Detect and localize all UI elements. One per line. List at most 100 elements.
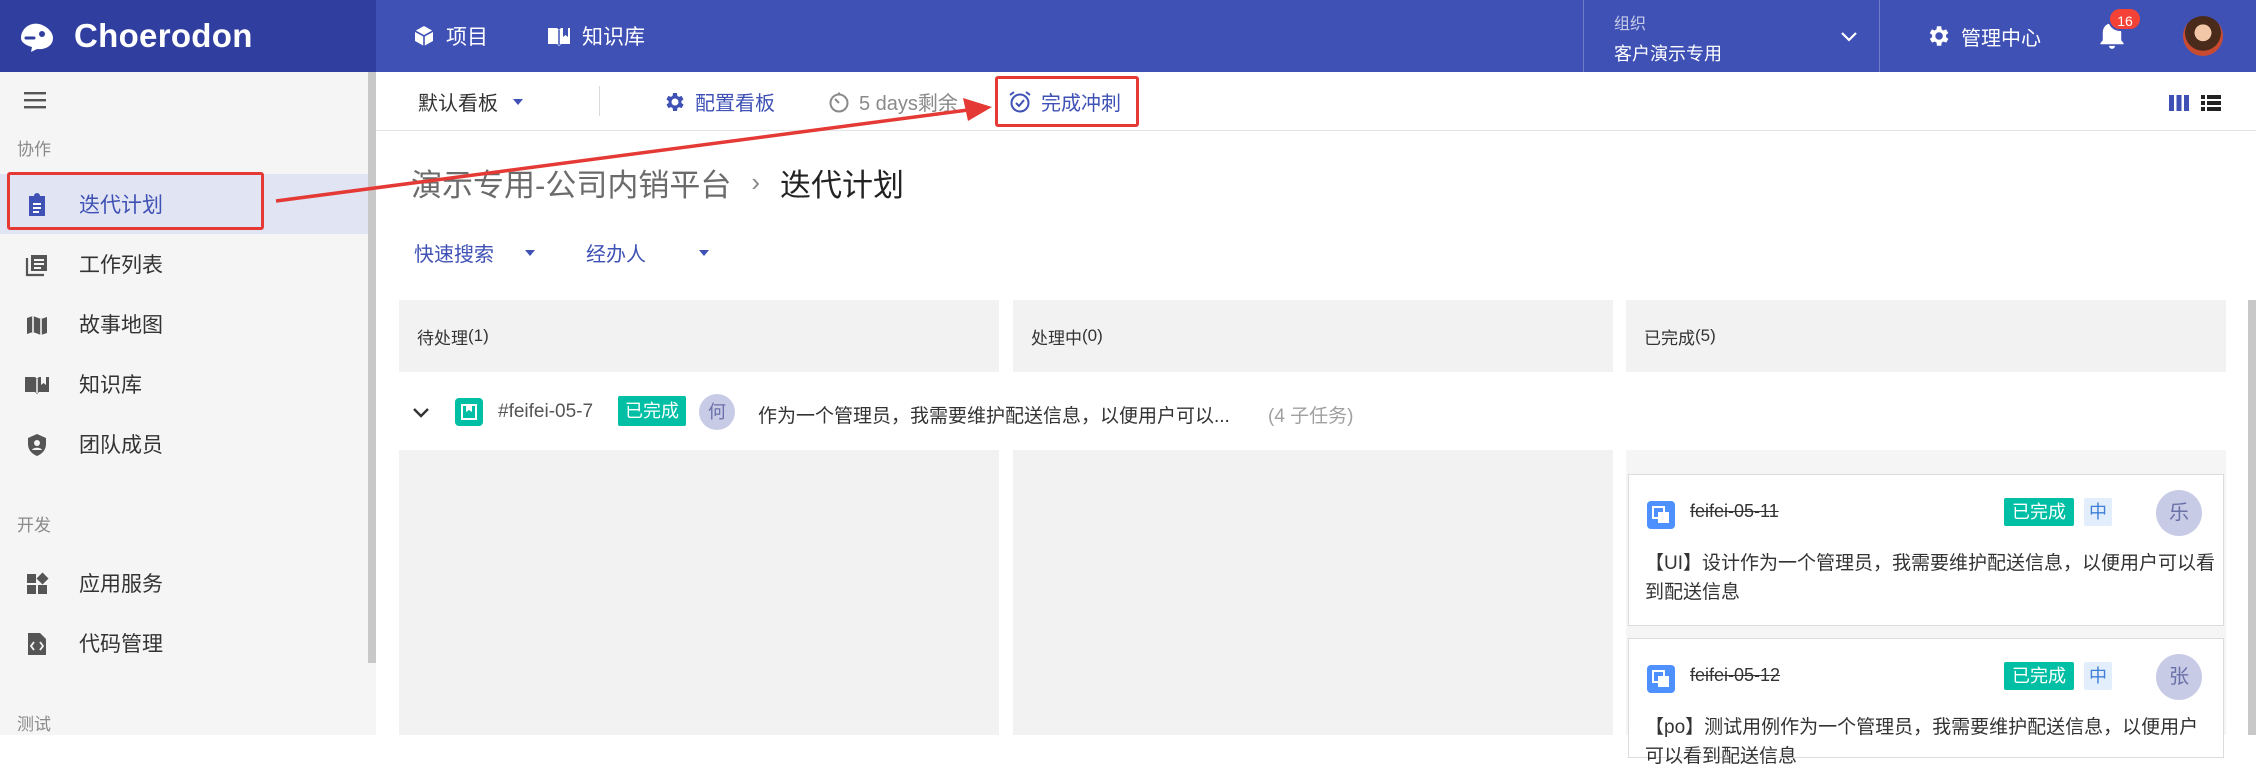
sidebar-item-label: 团队成员: [79, 434, 163, 457]
avatar: 何: [699, 394, 735, 430]
sidebar-item-label: 故事地图: [79, 314, 163, 337]
configure-board-button[interactable]: 配置看板: [662, 72, 775, 131]
board-scrollbar[interactable]: [2248, 300, 2256, 735]
choerodon-logo-icon: [16, 15, 58, 57]
avatar: 张: [2156, 654, 2202, 700]
subtask-count: (4 子任务): [1268, 406, 1354, 427]
breadcrumb: 演示专用-公司内销平台 › 迭代计划: [411, 160, 904, 205]
story-swimlane-header[interactable]: #feifei-05-7 已完成 何 作为一个管理员，我需要维护配送信息，以便用…: [399, 390, 2229, 434]
user-avatar[interactable]: [2183, 16, 2223, 56]
sidebar-item-story-map[interactable]: 故事地图: [0, 294, 368, 354]
assignee-filter[interactable]: 经办人: [586, 238, 710, 267]
nav-knowledge-base-label: 知识库: [582, 26, 645, 49]
column-count: (0): [1082, 326, 1103, 345]
columns-view-icon[interactable]: [2168, 94, 2190, 112]
list-view-icon[interactable]: [2200, 94, 2222, 112]
sidebar-item-app-service[interactable]: 应用服务: [0, 553, 368, 613]
section-label-dev: 开发: [17, 516, 51, 535]
nav-knowledge-base[interactable]: 知识库: [546, 0, 645, 72]
nav-project[interactable]: 项目: [412, 0, 488, 72]
sidebar-item-code-management[interactable]: 代码管理: [0, 613, 368, 673]
toolbar-divider: [599, 86, 600, 116]
sidebar-item-work-list[interactable]: 工作列表: [0, 234, 368, 294]
column-title: 已完成: [1644, 328, 1695, 348]
brand-name: Choerodon: [74, 17, 253, 54]
page-title: 迭代计划: [780, 168, 904, 203]
org-switcher[interactable]: 组织 客户演示专用: [1583, 0, 1880, 72]
status-badge: 已完成: [2004, 662, 2074, 690]
org-value: 客户演示专用: [1614, 44, 1722, 64]
code-icon: [24, 631, 50, 657]
chevron-down-icon[interactable]: [411, 402, 431, 422]
issue-card[interactable]: feifei-05-11 已完成 中 乐 【UI】设计作为一个管理员，我需要维护…: [1628, 474, 2224, 626]
cube-icon: [414, 26, 434, 46]
admin-center-label: 管理中心: [1961, 27, 2041, 50]
issue-key: feifei-05-11: [1690, 501, 1779, 521]
days-remaining-label: 5 days剩余: [859, 93, 958, 115]
issue-key: feifei-05-12: [1690, 665, 1781, 685]
chevron-down-icon: [1841, 32, 1857, 42]
subtask-type-icon: [1647, 501, 1675, 529]
sidebar-item-knowledge-base[interactable]: 知识库: [0, 354, 368, 414]
column-header-todo: 待处理 (1): [399, 300, 999, 372]
assignee-filter-label: 经办人: [586, 244, 646, 266]
list-icon: [24, 252, 50, 278]
notifications-button[interactable]: 16: [2098, 7, 2142, 52]
issue-summary: 【po】测试用例作为一个管理员，我需要维护配送信息，以便用户可以看到配送信息: [1645, 717, 2199, 767]
section-label-test: 测试: [17, 715, 51, 734]
menu-toggle-icon[interactable]: [24, 90, 50, 110]
avatar: 乐: [2156, 490, 2202, 536]
column-count: (1): [468, 326, 489, 345]
annotation-highlight-complete-sprint: [995, 76, 1139, 127]
annotation-highlight-sidebar: [7, 172, 264, 230]
caret-down-icon: [525, 249, 535, 256]
caret-down-icon: [699, 249, 709, 256]
status-badge: 已完成: [2004, 498, 2074, 526]
breadcrumb-project[interactable]: 演示专用-公司内销平台: [411, 160, 731, 205]
caret-down-icon: [513, 98, 523, 105]
board-selector[interactable]: 默认看板: [418, 72, 533, 131]
sidebar-item-label: 代码管理: [79, 633, 163, 656]
gear-icon: [1929, 26, 1949, 46]
quick-search-filter[interactable]: 快速搜索: [414, 238, 536, 267]
issue-summary: 【UI】设计作为一个管理员，我需要维护配送信息，以便用户可以看到配送信息: [1645, 553, 2216, 603]
section-label-collab: 协作: [17, 140, 51, 159]
lane-todo: [399, 450, 999, 735]
sidebar-item-team-members[interactable]: 团队成员: [0, 414, 368, 474]
view-switcher: [2168, 94, 2222, 112]
book-icon: [24, 372, 50, 398]
nav-project-label: 项目: [446, 26, 488, 49]
column-title: 处理中: [1031, 328, 1082, 348]
configure-board-label: 配置看板: [695, 93, 775, 115]
column-count: (5): [1695, 326, 1716, 345]
column-title: 待处理: [417, 328, 468, 348]
sidebar-item-label: 知识库: [79, 374, 142, 397]
widgets-icon: [24, 571, 50, 597]
column-header-done: 已完成 (5): [1626, 300, 2226, 372]
timer-icon: [829, 92, 849, 112]
subtask-type-icon: [1647, 665, 1675, 693]
shield-icon: [24, 432, 50, 458]
days-remaining: 5 days剩余: [828, 72, 958, 131]
book-icon: [548, 28, 570, 46]
sidebar-scrollbar[interactable]: [368, 72, 376, 663]
story-summary: 作为一个管理员，我需要维护配送信息，以便用户可以...: [758, 406, 1230, 427]
story-key[interactable]: #feifei-05-7: [498, 401, 593, 423]
brand[interactable]: Choerodon: [0, 0, 376, 72]
board-toolbar: 默认看板 配置看板 5 days剩余 完成冲刺: [376, 72, 2256, 131]
map-icon: [24, 312, 50, 338]
sidebar-item-label: 工作列表: [79, 254, 163, 277]
breadcrumb-separator: ›: [751, 167, 760, 197]
column-header-in-progress: 处理中 (0): [1013, 300, 1613, 372]
status-badge: 已完成: [618, 396, 686, 426]
notification-count-badge: 16: [2108, 7, 2142, 31]
lane-in-progress: [1013, 450, 1613, 735]
board-selector-label: 默认看板: [418, 93, 498, 115]
top-header: Choerodon 项目 知识库 组织 客户演示专用 管理中心 16: [0, 0, 2256, 72]
issue-card[interactable]: feifei-05-12 已完成 中 张 【po】测试用例作为一个管理员，我需要…: [1628, 638, 2224, 767]
admin-center-button[interactable]: 管理中心: [1925, 0, 2041, 72]
sidebar-item-label: 应用服务: [79, 573, 163, 596]
org-label: 组织: [1614, 16, 1647, 33]
story-type-icon: [455, 398, 483, 426]
gear-icon: [666, 92, 684, 111]
